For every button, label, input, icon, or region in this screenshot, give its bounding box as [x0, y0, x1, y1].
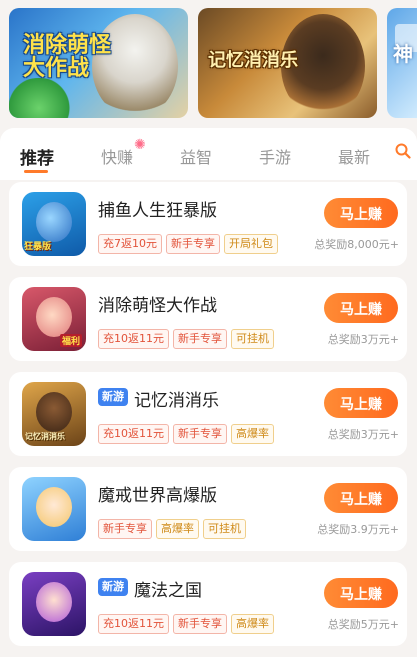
banner-xiaochu-mengguai[interactable]: 消除萌怪大作战 [9, 8, 188, 118]
game-card-buyu[interactable]: 狂暴版 捕鱼人生狂暴版 充7返10元 新手专享 开局礼包 马上赚 总奖励8,00… [9, 182, 407, 266]
tag: 可挂机 [203, 519, 246, 539]
game-card-mofa[interactable]: 新游 魔法之国 充10返11元 新手专享 高爆率 马上赚 总奖励5万元+ [9, 562, 407, 646]
total-reward: 总奖励3万元+ [328, 426, 399, 442]
reward-label: 总奖励 [327, 428, 361, 441]
blonde-character-image [36, 487, 72, 527]
game-card-mojie[interactable]: 魔戒世界高爆版 新手专享 高爆率 可挂机 马上赚 总奖励3.9万元+ [9, 467, 407, 551]
game-icon: 记忆消消乐 [22, 382, 86, 446]
category-tabs: 推荐 快赚 ✺ 益智 手游 最新 [0, 128, 417, 180]
tag-list: 充10返11元 新手专享 可挂机 [98, 329, 274, 349]
tag: 充10返11元 [98, 329, 169, 349]
game-icon: 狂暴版 [22, 192, 86, 256]
game-icon [22, 572, 86, 636]
tag: 新手专享 [166, 234, 220, 254]
tag: 可挂机 [231, 329, 274, 349]
total-reward: 总奖励3.9万元+ [317, 521, 399, 537]
total-reward: 总奖励8,000元+ [314, 236, 399, 252]
icon-label: 福利 [59, 334, 82, 347]
earn-now-button[interactable]: 马上赚 [324, 483, 398, 513]
reward-label: 总奖励 [317, 523, 351, 536]
game-icon [22, 477, 86, 541]
tag-list: 充7返10元 新手专享 开局礼包 [98, 234, 278, 254]
banner-carousel[interactable]: 消除萌怪大作战 记忆消消乐 神 [0, 0, 417, 126]
banner-jiyi-xiaoxiaole[interactable]: 记忆消消乐 [198, 8, 377, 118]
tag-list: 充10返11元 新手专享 高爆率 [98, 424, 274, 444]
total-reward: 总奖励5万元+ [328, 616, 399, 632]
elf-character-image [36, 582, 72, 622]
banner-partial[interactable]: 神 [387, 8, 417, 118]
tag: 新手专享 [173, 329, 227, 349]
game-name: 消除萌怪大作战 [98, 296, 217, 316]
tag: 充10返11元 [98, 424, 169, 444]
icon-label: 狂暴版 [24, 242, 52, 252]
game-name: 记忆消消乐 [134, 391, 219, 411]
reward-amount: 3万元+ [360, 333, 399, 346]
tag: 开局礼包 [224, 234, 278, 254]
tag-list: 新手专享 高爆率 可挂机 [98, 519, 246, 539]
tab-newest[interactable]: 最新 [338, 144, 370, 168]
tag: 高爆率 [156, 519, 199, 539]
earn-now-button[interactable]: 马上赚 [324, 293, 398, 323]
earn-now-button[interactable]: 马上赚 [324, 198, 398, 228]
tag: 新手专享 [173, 424, 227, 444]
game-icon: 福利 [22, 287, 86, 351]
active-tab-indicator [24, 170, 48, 173]
tag: 高爆率 [231, 614, 274, 634]
slime-monster-image [9, 78, 79, 118]
tag: 充10返11元 [98, 614, 169, 634]
tab-recommend[interactable]: 推荐 [20, 144, 54, 169]
reward-amount: 8,000元+ [347, 238, 399, 251]
tag: 新手专享 [98, 519, 152, 539]
reward-label: 总奖励 [327, 618, 361, 631]
shark-image [36, 202, 72, 242]
search-icon[interactable] [395, 143, 411, 159]
tag-list: 充10返11元 新手专享 高爆率 [98, 614, 274, 634]
tag: 充7返10元 [98, 234, 162, 254]
banner-title: 神 [393, 42, 413, 66]
reward-label: 总奖励 [314, 238, 348, 251]
earn-now-button[interactable]: 马上赚 [324, 578, 398, 608]
reward-amount: 3.9万元+ [350, 523, 399, 536]
game-card-xiaochu[interactable]: 福利 消除萌怪大作战 充10返11元 新手专享 可挂机 马上赚 总奖励3万元+ [9, 277, 407, 361]
banner-title: 消除萌怪大作战 [23, 33, 112, 82]
tag: 高爆率 [231, 424, 274, 444]
sparkle-icon: ✺ [134, 137, 146, 153]
icon-label: 记忆消消乐 [25, 432, 65, 441]
game-name: 捕鱼人生狂暴版 [98, 201, 217, 221]
tab-mobile-games[interactable]: 手游 [259, 144, 291, 168]
earn-now-button[interactable]: 马上赚 [324, 388, 398, 418]
warrior-character-image [36, 392, 72, 432]
game-card-jiyi[interactable]: 记忆消消乐 新游 记忆消消乐 充10返11元 新手专享 高爆率 马上赚 总奖励3… [9, 372, 407, 456]
game-name: 魔法之国 [134, 581, 202, 601]
game-name: 魔戒世界高爆版 [98, 486, 217, 506]
tag: 新手专享 [173, 614, 227, 634]
tab-quick-earn[interactable]: 快赚 [101, 144, 133, 168]
new-game-badge: 新游 [98, 388, 128, 406]
tab-puzzle[interactable]: 益智 [180, 144, 212, 168]
reward-label: 总奖励 [327, 333, 361, 346]
banner-title: 记忆消消乐 [208, 50, 298, 71]
girl-character-image [36, 297, 72, 337]
new-game-badge: 新游 [98, 578, 128, 596]
total-reward: 总奖励3万元+ [328, 331, 399, 347]
reward-amount: 3万元+ [360, 428, 399, 441]
reward-amount: 5万元+ [360, 618, 399, 631]
